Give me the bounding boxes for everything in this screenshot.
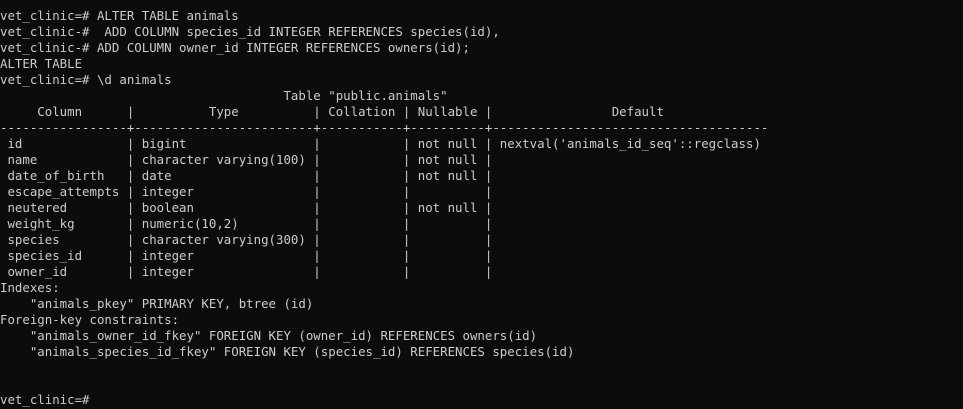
table-header: Column | Type | Collation | Nullable | D… xyxy=(0,104,664,119)
terminal-line-3: vet_clinic-# ADD COLUMN owner_id INTEGER… xyxy=(0,40,470,55)
table-row: neutered | boolean | | not null | xyxy=(0,200,493,215)
table-row: owner_id | integer | | | xyxy=(0,264,493,279)
prompt-line[interactable]: vet_clinic=# xyxy=(0,392,97,408)
terminal-line-5: vet_clinic=# \d animals xyxy=(0,72,172,87)
terminal-line-4: ALTER TABLE xyxy=(0,56,83,71)
table-row: species_id | integer | | | xyxy=(0,248,493,263)
terminal-line-2: vet_clinic-# ADD COLUMN species_id INTEG… xyxy=(0,24,500,39)
indexes-heading: Indexes: xyxy=(0,280,60,295)
table-row: weight_kg | numeric(10,2) | | | xyxy=(0,216,493,231)
fk-entry: "animals_owner_id_fkey" FOREIGN KEY (own… xyxy=(0,328,538,343)
table-row: date_of_birth | date | | not null | xyxy=(0,168,493,183)
terminal-line-1: vet_clinic=# ALTER TABLE animals xyxy=(0,8,239,23)
prompt: vet_clinic=# xyxy=(0,392,90,407)
table-row: escape_attempts | integer | | | xyxy=(0,184,493,199)
fk-entry: "animals_species_id_fkey" FOREIGN KEY (s… xyxy=(0,344,575,359)
table-row: id | bigint | | not null | nextval('anim… xyxy=(0,136,761,151)
table-separator: -----------------+----------------------… xyxy=(0,120,769,135)
index-entry: "animals_pkey" PRIMARY KEY, btree (id) xyxy=(0,296,314,311)
table-title: Table "public.animals" xyxy=(0,88,448,103)
terminal-window[interactable]: vet_clinic=# ALTER TABLE animals vet_cli… xyxy=(0,0,963,409)
table-row: name | character varying(100) | | not nu… xyxy=(0,152,493,167)
fk-heading: Foreign-key constraints: xyxy=(0,312,180,327)
table-row: species | character varying(300) | | | xyxy=(0,232,493,247)
